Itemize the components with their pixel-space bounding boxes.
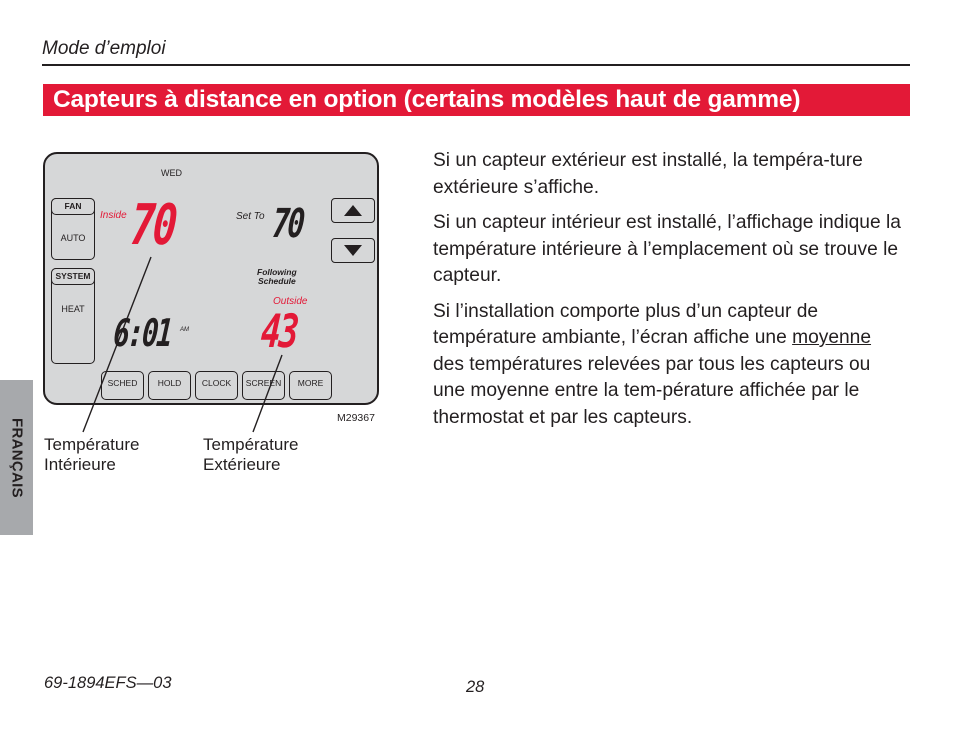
down-arrow-icon [344,245,362,256]
section-title: Capteurs à distance en option (certains … [53,86,801,113]
inside-label: Inside [100,210,127,221]
schedule-status: Following Schedule [257,268,297,286]
set-to-label: Set To [236,211,265,222]
underlined-term-moyenne: moyenne [792,327,872,348]
up-arrow-icon [344,205,362,216]
paragraph-multiple-sensors: Si l’installation comporte plus d’un cap… [433,299,903,432]
clock-period: AM [180,327,189,333]
fan-label: FAN [51,198,95,215]
header-rule [42,64,910,66]
inside-temperature: 70 [128,193,178,258]
header-title: Mode d’emploi [42,38,166,59]
softkey-hold: HOLD [148,371,191,400]
thermostat-illustration: WED FAN AUTO SYSTEM HEAT Inside 70 Set T… [43,152,379,405]
callout-inside-temperature: Température Intérieure [44,435,139,475]
callout-outside-temperature: Température Extérieure [203,435,298,475]
schedule-status-line2: Schedule [257,276,296,286]
callout-outside-line1: Température [203,435,299,454]
callout-inside-line2: Intérieure [44,455,116,474]
softkey-row: SCHED HOLD CLOCK SCREEN MORE [101,371,332,400]
body-text: Si un capteur extérieur est installé, la… [433,148,903,440]
paragraph-3-end: des températures relevées par tous les c… [433,353,871,428]
softkey-screen: SCREEN [242,371,285,400]
paragraph-indoor-sensor: Si un capteur intérieur est installé, l’… [433,212,901,286]
page-number: 28 [466,678,485,696]
callout-outside-line2: Extérieure [203,455,281,474]
language-tab: FRANÇAIS [0,380,33,535]
temp-down-button [331,238,375,263]
fan-value: AUTO [60,233,86,243]
system-label: SYSTEM [51,268,95,285]
softkey-sched: SCHED [101,371,144,400]
clock-time: 6:01 [111,311,173,355]
section-banner: Capteurs à distance en option (certains … [43,84,910,116]
callout-inside-line1: Température [44,435,140,454]
softkey-more: MORE [289,371,332,400]
language-tab-label: FRANÇAIS [8,417,25,498]
day-label: WED [161,168,182,178]
set-to-temperature: 70 [270,201,305,247]
outside-temperature: 43 [259,304,299,358]
figure-code: M29367 [337,412,375,424]
softkey-clock: CLOCK [195,371,238,400]
paragraph-3-start: Si l’installation comporte plus d’un cap… [433,300,819,349]
paragraph-outdoor-sensor: Si un capteur extérieur est installé, la… [433,150,863,198]
system-value: HEAT [61,304,85,314]
temp-up-button [331,198,375,223]
document-number: 69-1894EFS—03 [44,674,172,692]
